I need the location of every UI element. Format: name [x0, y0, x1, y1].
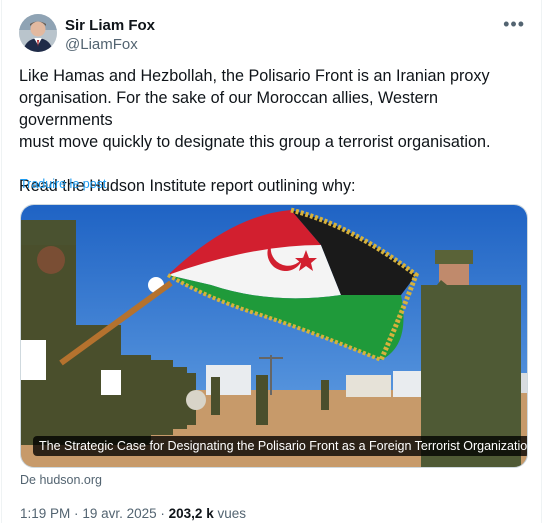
- parade-photo: [21, 205, 527, 467]
- author-name[interactable]: Sir Liam Fox: [65, 17, 155, 34]
- avatar[interactable]: [19, 14, 57, 52]
- link-source[interactable]: De hudson.org: [20, 473, 102, 487]
- views-label: vues: [217, 506, 246, 521]
- separator: ·: [74, 506, 79, 521]
- author-handle[interactable]: @LiamFox: [65, 36, 138, 53]
- translate-link[interactable]: Traduire le post: [20, 177, 106, 191]
- link-card-caption[interactable]: The Strategic Case for Designating the P…: [33, 436, 527, 456]
- separator: ·: [160, 506, 165, 521]
- link-card-image[interactable]: The Strategic Case for Designating the P…: [20, 204, 528, 468]
- tweet-card[interactable]: Sir Liam Fox @LiamFox ••• Like Hamas and…: [1, 0, 542, 523]
- more-horizontal-icon[interactable]: •••: [503, 14, 525, 35]
- post-date[interactable]: 19 avr. 2025: [82, 506, 156, 521]
- post-time[interactable]: 1:19 PM: [20, 506, 70, 521]
- tweet-metadata: 1:19 PM · 19 avr. 2025 · 203,2 k vues: [20, 506, 246, 521]
- views-count: 203,2 k: [168, 506, 214, 521]
